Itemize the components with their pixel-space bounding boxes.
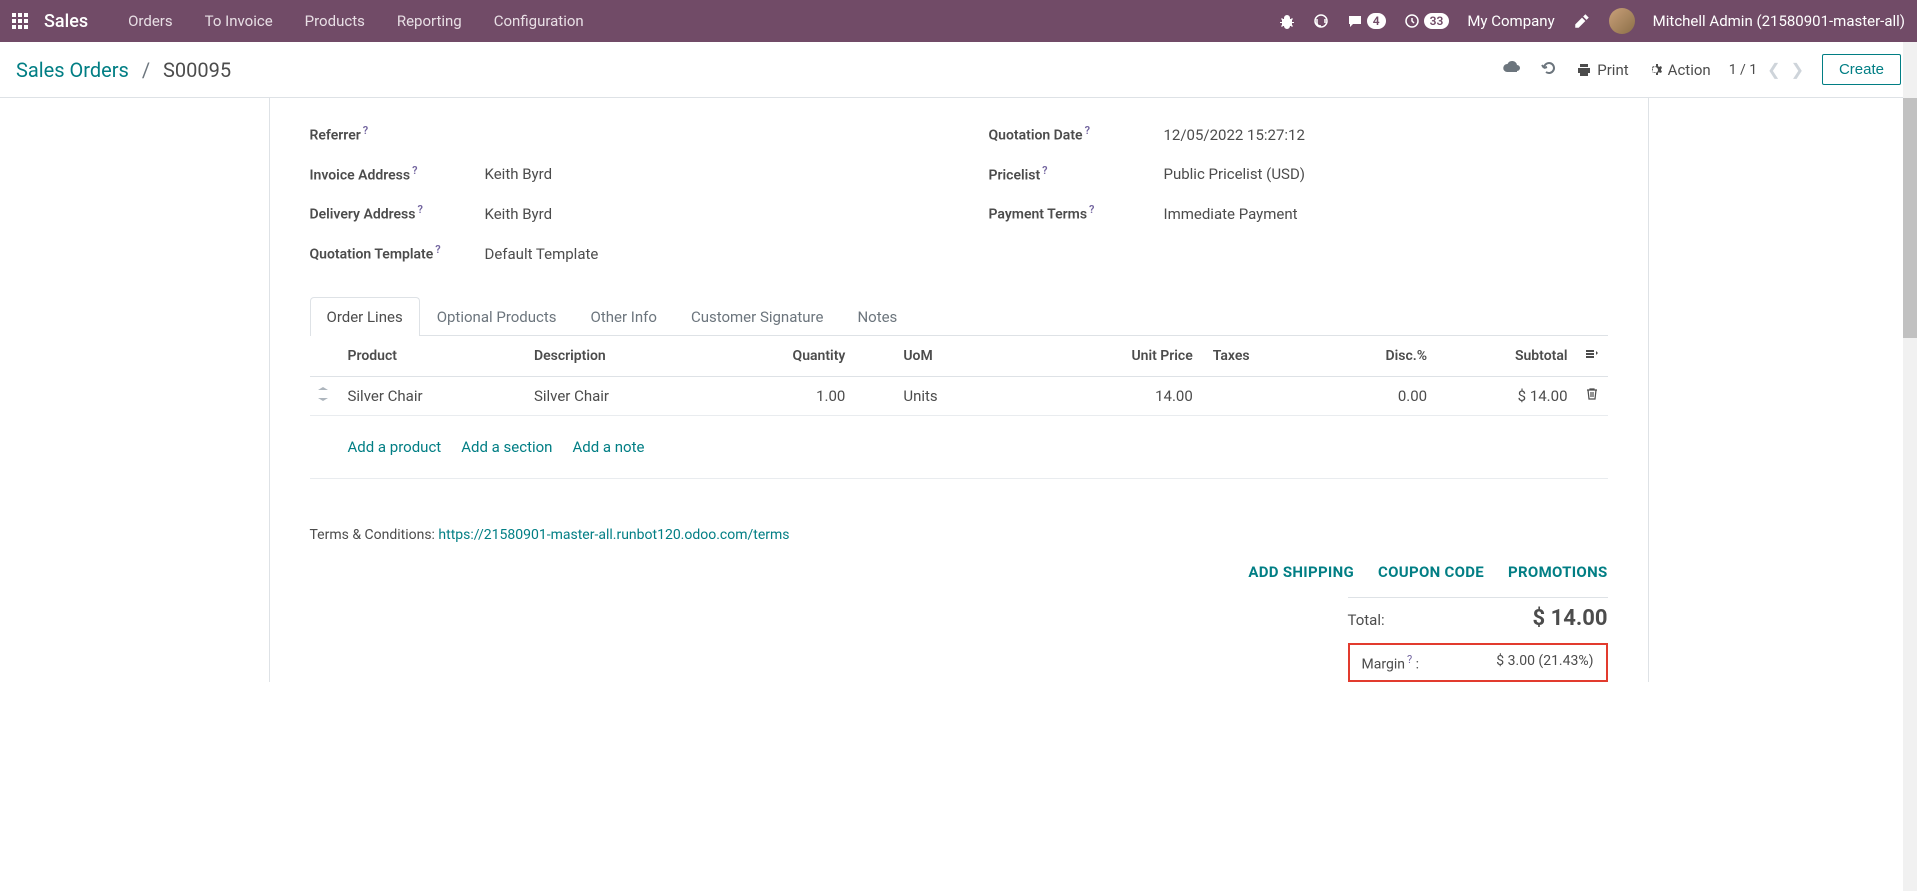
help-icon[interactable]: ? [412, 164, 417, 177]
th-unit-price: Unit Price [1042, 336, 1200, 377]
pager-next[interactable]: ❯ [1791, 60, 1804, 79]
app-brand[interactable]: Sales [44, 11, 88, 32]
tab-order-lines[interactable]: Order Lines [310, 297, 420, 336]
order-actions: ADD SHIPPING COUPON CODE PROMOTIONS [310, 539, 1608, 597]
breadcrumb: Sales Orders / S00095 [16, 58, 231, 82]
messages-badge: 4 [1367, 13, 1386, 29]
create-button[interactable]: Create [1822, 54, 1901, 85]
help-icon[interactable]: ? [1085, 124, 1090, 137]
nav-links: Orders To Invoice Products Reporting Con… [112, 2, 600, 40]
add-shipping-link[interactable]: ADD SHIPPING [1248, 563, 1354, 581]
cell-uom[interactable]: Units [853, 376, 1042, 415]
payment-terms-label: Payment Terms? [989, 203, 1164, 223]
pager-value[interactable]: 1 / 1 [1729, 62, 1757, 78]
nav-configuration[interactable]: Configuration [478, 2, 600, 40]
total-label: Total: [1348, 611, 1385, 629]
cell-taxes[interactable] [1201, 376, 1317, 415]
nav-orders[interactable]: Orders [112, 2, 189, 40]
th-quantity: Quantity [712, 336, 853, 377]
print-button[interactable]: Print [1576, 61, 1628, 79]
pricelist-value[interactable]: Public Pricelist (USD) [1164, 165, 1306, 183]
control-panel: Sales Orders / S00095 Print Action 1 / 1… [0, 42, 1917, 98]
invoice-address-label: Invoice Address? [310, 164, 485, 184]
cell-product[interactable]: Silver Chair [340, 376, 526, 415]
tabs: Order Lines Optional Products Other Info… [310, 297, 1608, 336]
add-product-link[interactable]: Add a product [348, 438, 442, 456]
topbar-right: 4 33 My Company Mitchell Admin (21580901… [1279, 8, 1905, 34]
referrer-label: Referrer? [310, 124, 485, 144]
username[interactable]: Mitchell Admin (21580901-master-all) [1653, 12, 1905, 30]
help-icon[interactable]: ? [1042, 164, 1047, 177]
nav-reporting[interactable]: Reporting [381, 2, 478, 40]
total-value: $ 14.00 [1533, 606, 1608, 631]
pricelist-label: Pricelist? [989, 164, 1164, 184]
invoice-address-value[interactable]: Keith Byrd [485, 165, 553, 183]
coupon-code-link[interactable]: COUPON CODE [1378, 563, 1484, 581]
support-icon[interactable] [1313, 13, 1329, 29]
bug-icon[interactable] [1279, 13, 1295, 29]
avatar[interactable] [1609, 8, 1635, 34]
th-taxes: Taxes [1201, 336, 1317, 377]
action-button[interactable]: Action [1647, 61, 1711, 79]
terms-link[interactable]: https://21580901-master-all.runbot120.od… [438, 527, 789, 543]
breadcrumb-root[interactable]: Sales Orders [16, 58, 129, 82]
add-section-link[interactable]: Add a section [461, 438, 552, 456]
quotation-date-value[interactable]: 12/05/2022 15:27:12 [1164, 126, 1305, 144]
help-icon[interactable]: ? [363, 124, 368, 137]
delivery-address-value[interactable]: Keith Byrd [485, 205, 553, 223]
th-uom: UoM [853, 336, 1042, 377]
nav-to-invoice[interactable]: To Invoice [189, 2, 289, 40]
apps-icon[interactable] [12, 13, 28, 29]
quotation-date-label: Quotation Date? [989, 124, 1164, 144]
tab-notes[interactable]: Notes [840, 297, 914, 336]
cell-qty[interactable]: 1.00 [712, 376, 853, 415]
totals: Total: $ 14.00 [310, 598, 1608, 643]
tab-customer-signature[interactable]: Customer Signature [674, 297, 841, 336]
margin-value: $ 3.00 (21.43%) [1496, 653, 1593, 673]
nav-products[interactable]: Products [289, 2, 381, 40]
column-options-icon[interactable] [1584, 350, 1600, 366]
order-lines-table: Product Description Quantity UoM Unit Pr… [310, 336, 1608, 479]
cell-unit-price[interactable]: 14.00 [1042, 376, 1200, 415]
payment-terms-value[interactable]: Immediate Payment [1164, 205, 1298, 223]
help-icon[interactable]: ? [435, 243, 440, 256]
scrollbar-thumb[interactable] [1903, 98, 1917, 338]
form-sheet: Referrer? Invoice Address? Keith Byrd De… [269, 98, 1649, 682]
help-icon[interactable]: ? [1407, 653, 1412, 666]
tab-optional-products[interactable]: Optional Products [420, 297, 574, 336]
promotions-link[interactable]: PROMOTIONS [1508, 563, 1607, 581]
quotation-template-label: Quotation Template? [310, 243, 485, 263]
add-note-link[interactable]: Add a note [572, 438, 644, 456]
terms-conditions: Terms & Conditions: https://21580901-mas… [310, 527, 790, 543]
cell-subtotal: $ 14.00 [1435, 376, 1575, 415]
help-icon[interactable]: ? [417, 203, 422, 216]
drag-handle-icon[interactable] [310, 376, 340, 415]
margin-highlight: Margin? : $ 3.00 (21.43%) [1348, 643, 1608, 683]
th-product: Product [340, 336, 526, 377]
activities-icon[interactable]: 33 [1404, 13, 1450, 29]
help-icon[interactable]: ? [1089, 203, 1094, 216]
company-switcher[interactable]: My Company [1467, 12, 1554, 30]
delete-row-icon[interactable] [1576, 376, 1608, 415]
th-subtotal: Subtotal [1435, 336, 1575, 377]
th-description: Description [526, 336, 712, 377]
quotation-template-value[interactable]: Default Template [485, 245, 599, 263]
activities-badge: 33 [1424, 13, 1450, 29]
tools-icon[interactable] [1573, 12, 1591, 30]
cell-disc[interactable]: 0.00 [1317, 376, 1435, 415]
pager-prev[interactable]: ❮ [1767, 60, 1780, 79]
pager: 1 / 1 ❮ ❯ [1729, 60, 1804, 79]
cell-description[interactable]: Silver Chair [526, 376, 712, 415]
margin-label: Margin? : [1362, 653, 1420, 673]
messages-icon[interactable]: 4 [1347, 13, 1386, 29]
th-disc: Disc.% [1317, 336, 1435, 377]
topbar: Sales Orders To Invoice Products Reporti… [0, 0, 1917, 42]
cloud-icon[interactable] [1502, 58, 1522, 82]
delivery-address-label: Delivery Address? [310, 203, 485, 223]
breadcrumb-current: S00095 [163, 58, 231, 82]
undo-icon[interactable] [1540, 59, 1558, 81]
table-row[interactable]: Silver Chair Silver Chair 1.00 Units 14.… [310, 376, 1608, 415]
tab-other-info[interactable]: Other Info [574, 297, 674, 336]
